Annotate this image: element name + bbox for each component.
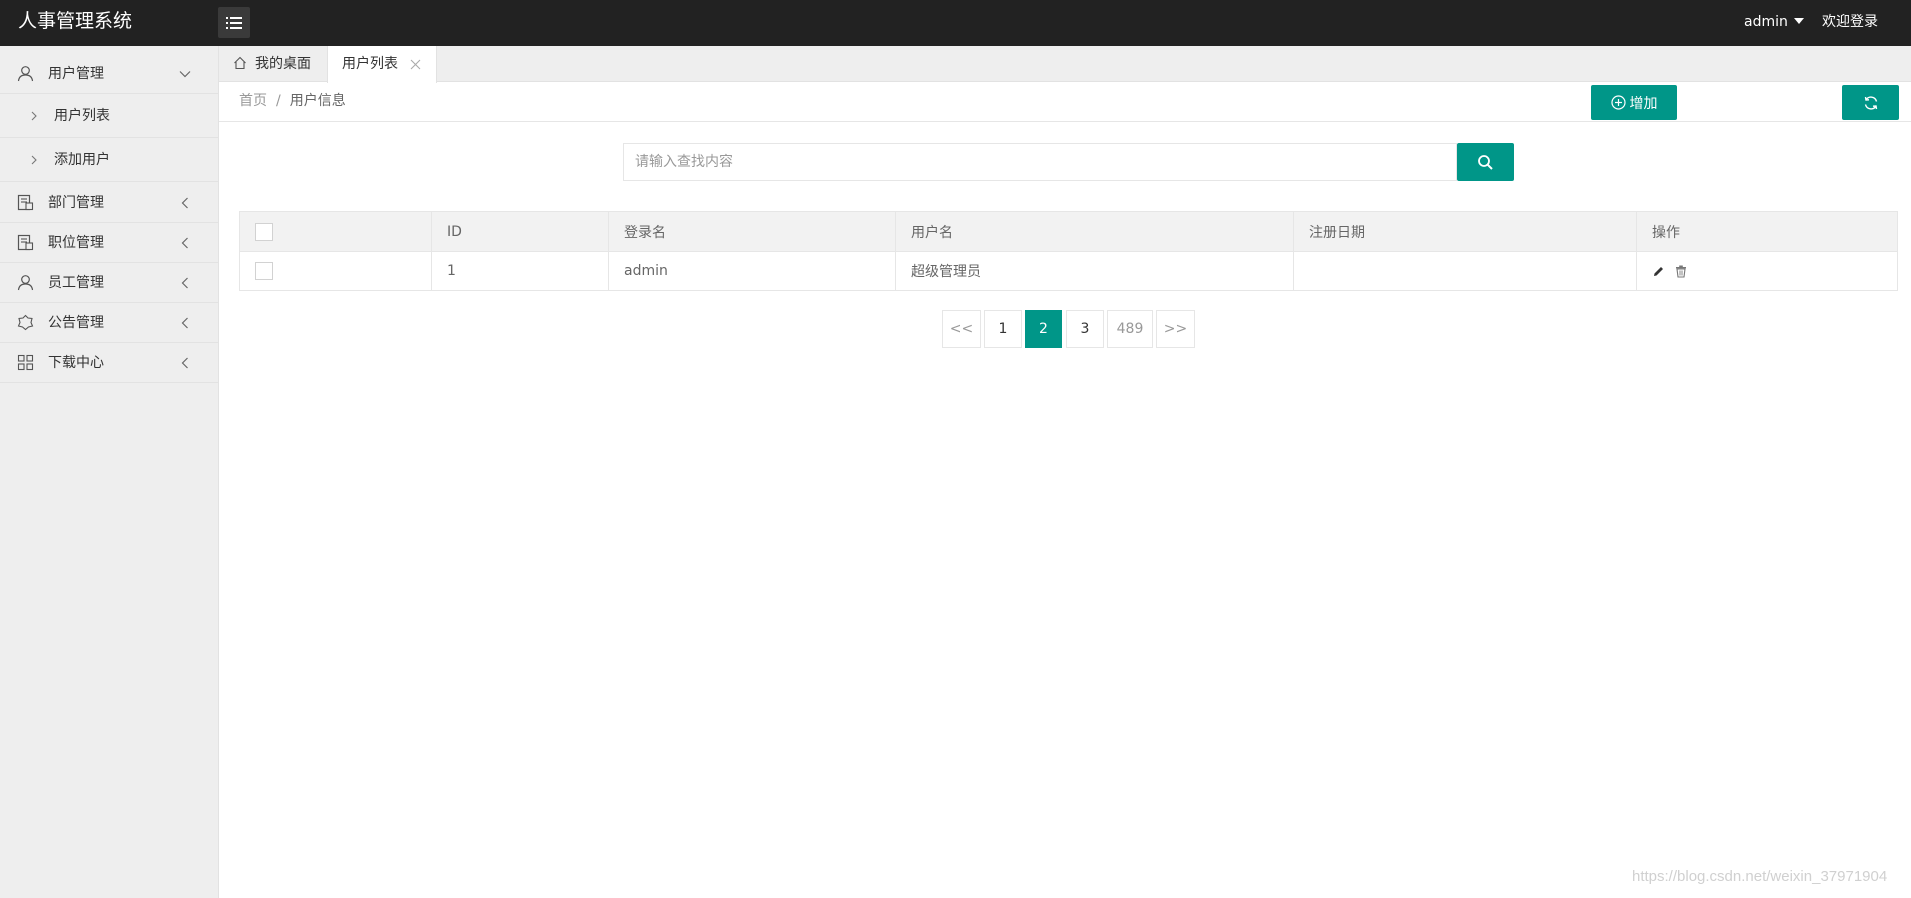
top-navbar: 人事管理系统 admin 欢迎登录	[0, 0, 1911, 46]
sidebar-subitem-user-list[interactable]: 用户列表	[0, 94, 218, 138]
user-dropdown[interactable]: admin	[1744, 0, 1804, 44]
page-button-3[interactable]: 3	[1066, 310, 1104, 348]
sidebar-subitem-add-user[interactable]: 添加用户	[0, 138, 218, 182]
table-row: 1 admin 超级管理员	[239, 251, 1898, 291]
cell-date	[1293, 251, 1637, 291]
tab-my-desktop[interactable]: 我的桌面	[219, 46, 327, 82]
sidebar-item-label: 用户管理	[48, 66, 104, 82]
sidebar-subitem-label: 用户列表	[54, 108, 110, 124]
cell-actions	[1636, 251, 1898, 291]
page-next-button[interactable]: >>	[1156, 310, 1195, 348]
user-table: ID 登录名 用户名 注册日期 操作 1 admin 超级管理员	[239, 211, 1898, 291]
table-header-row: ID 登录名 用户名 注册日期 操作	[239, 211, 1898, 252]
cell-login: admin	[608, 251, 896, 291]
list-icon	[226, 16, 242, 29]
cell-username: 超级管理员	[895, 251, 1294, 291]
chevron-left-icon	[181, 357, 188, 369]
app-title: 人事管理系统	[18, 10, 133, 32]
search-icon	[1478, 154, 1493, 170]
user-icon	[17, 66, 34, 82]
chevron-left-icon	[181, 197, 188, 209]
search-button[interactable]	[1457, 143, 1514, 181]
position-icon	[17, 234, 34, 251]
page-button-2[interactable]: 2	[1025, 310, 1062, 348]
sidebar-item-label: 下载中心	[48, 355, 104, 371]
sidebar-item-notice-management[interactable]: 公告管理	[0, 303, 218, 343]
chevron-left-icon	[181, 237, 188, 249]
tab-label: 我的桌面	[255, 56, 311, 72]
add-button-label: 增加	[1629, 95, 1658, 112]
tab-label: 用户列表	[342, 56, 398, 72]
add-button[interactable]: 增加	[1591, 85, 1677, 120]
delete-icon[interactable]	[1675, 265, 1687, 278]
row-select-cell	[239, 251, 432, 291]
column-header-id: ID	[431, 211, 609, 252]
chevron-left-icon	[181, 317, 188, 329]
sidebar-item-label: 公告管理	[48, 315, 104, 331]
department-icon	[17, 194, 34, 211]
chevron-left-icon	[181, 277, 188, 289]
sidebar-item-position-management[interactable]: 职位管理	[0, 223, 218, 263]
caret-down-icon	[1793, 18, 1804, 24]
sidebar-item-label: 部门管理	[48, 195, 104, 211]
menu-toggle-button[interactable]	[218, 7, 250, 38]
column-header-actions: 操作	[1636, 211, 1898, 252]
breadcrumb-current: 用户信息	[289, 93, 346, 109]
cell-id: 1	[431, 251, 609, 291]
sidebar-subitem-label: 添加用户	[54, 152, 110, 168]
username-label: admin	[1744, 14, 1788, 30]
tab-user-list[interactable]: 用户列表	[327, 46, 437, 83]
row-checkbox[interactable]	[255, 262, 273, 280]
sidebar-item-label: 职位管理	[48, 235, 104, 251]
page-button-1[interactable]: 1	[984, 310, 1022, 348]
edit-icon[interactable]	[1652, 265, 1665, 278]
refresh-button[interactable]	[1842, 85, 1899, 120]
plus-circle-icon	[1610, 95, 1626, 110]
refresh-icon	[1864, 95, 1877, 110]
notice-icon	[17, 314, 34, 331]
breadcrumb-separator: /	[276, 93, 281, 109]
chevron-right-icon	[31, 111, 37, 121]
sidebar: 用户管理 用户列表 添加用户 部门管理 职位管理 员工管理 公告管理 下载中心	[0, 46, 219, 898]
sidebar-item-download-center[interactable]: 下载中心	[0, 343, 218, 383]
watermark: https://blog.csdn.net/weixin_37971904	[1632, 868, 1888, 885]
column-header-login: 登录名	[608, 211, 896, 252]
select-all-cell	[239, 211, 432, 252]
chevron-right-icon	[31, 155, 37, 165]
sidebar-item-user-management[interactable]: 用户管理	[0, 54, 218, 94]
employee-icon	[17, 275, 34, 291]
breadcrumb-bar: 首页 / 用户信息 增加	[219, 83, 1911, 122]
column-header-date: 注册日期	[1293, 211, 1637, 252]
sidebar-item-department-management[interactable]: 部门管理	[0, 183, 218, 223]
page-button-last[interactable]: 489	[1107, 310, 1153, 348]
column-header-username: 用户名	[895, 211, 1294, 252]
sidebar-item-employee-management[interactable]: 员工管理	[0, 263, 218, 303]
sidebar-item-label: 员工管理	[48, 275, 104, 291]
breadcrumb: 首页 / 用户信息	[239, 83, 346, 119]
breadcrumb-home-link[interactable]: 首页	[239, 93, 267, 109]
select-all-checkbox[interactable]	[255, 222, 273, 241]
home-icon	[234, 56, 246, 70]
search-input[interactable]	[623, 143, 1457, 181]
chevron-down-icon	[179, 71, 191, 78]
page-prev-button[interactable]: <<	[942, 310, 981, 348]
tab-bar: 我的桌面 用户列表	[219, 46, 1911, 83]
close-icon[interactable]	[410, 59, 421, 70]
welcome-link[interactable]: 欢迎登录	[1822, 0, 1878, 44]
grid-icon	[17, 354, 34, 371]
